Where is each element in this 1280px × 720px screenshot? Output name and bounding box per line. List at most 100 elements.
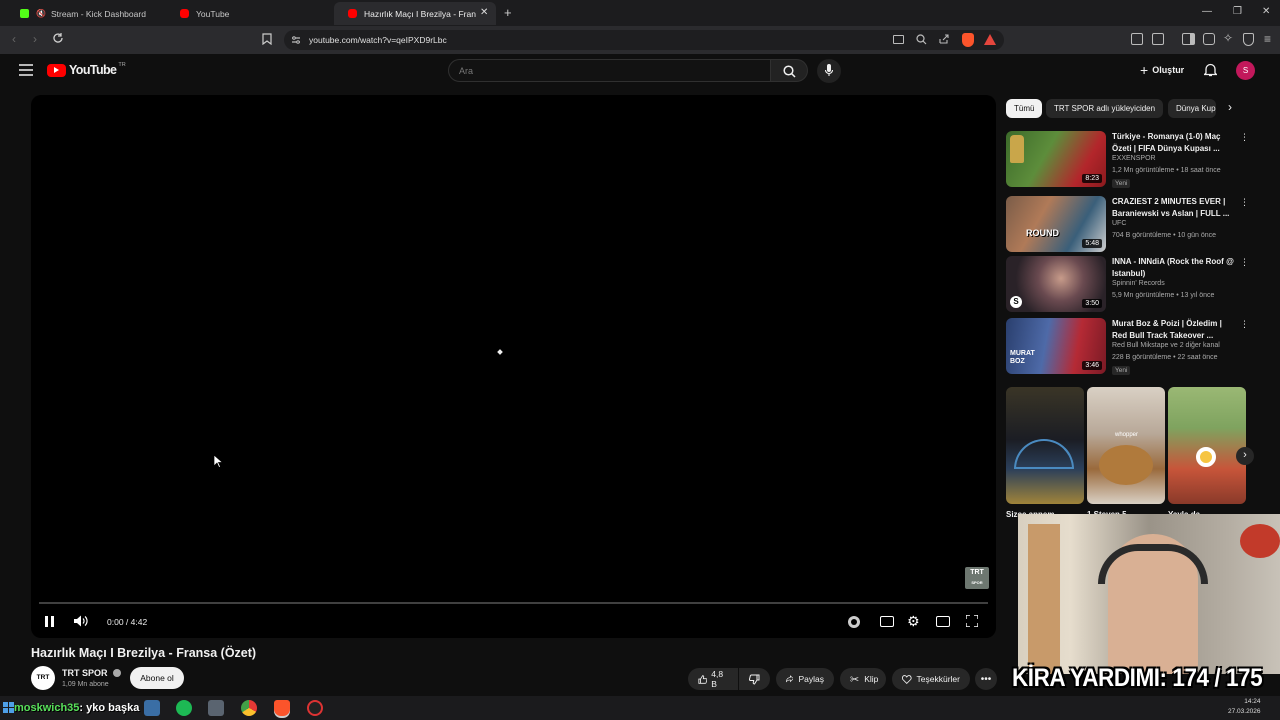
menu-icon[interactable]: ≡ bbox=[1264, 32, 1271, 46]
chip-from-uploader[interactable]: TRT SPOR adlı yükleyiciden bbox=[1046, 99, 1164, 118]
browser-toolbar: ‹ › youtube.com/watch?v=qeIPXD9rLbc ✧ ≡ bbox=[0, 26, 1280, 54]
background-decor bbox=[1240, 524, 1280, 558]
zoom-icon[interactable] bbox=[916, 34, 927, 45]
more-options-icon[interactable]: ⋮ bbox=[1240, 257, 1249, 268]
scissors-icon: ✂ bbox=[850, 673, 860, 686]
recommendation-item[interactable]: S 3:50 INNA - INNdiA (Rock the Roof @ Is… bbox=[1006, 256, 1256, 314]
brave-shields-icon[interactable] bbox=[962, 33, 974, 47]
channel-watermark[interactable]: TRT SPOR bbox=[965, 567, 989, 589]
recommendation-item[interactable]: 8:23 Türkiye - Romanya (1-0) Maç Özeti |… bbox=[1006, 131, 1256, 189]
voice-search-button[interactable] bbox=[817, 59, 841, 83]
video-thumbnail[interactable]: 8:23 bbox=[1006, 131, 1106, 187]
video-thumbnail[interactable]: S 3:50 bbox=[1006, 256, 1106, 312]
muted-speaker-icon: 🔇 bbox=[36, 9, 46, 18]
thumbnail-text: MURAT BOZ bbox=[1010, 350, 1035, 365]
close-window-icon[interactable]: ✕ bbox=[1262, 6, 1270, 17]
heart-dollar-icon bbox=[902, 674, 912, 684]
file-explorer-icon[interactable] bbox=[144, 700, 160, 716]
thumbs-down-icon bbox=[749, 674, 760, 685]
maximize-icon[interactable]: ❐ bbox=[1233, 6, 1242, 17]
tab-kick-dashboard[interactable]: 🔇 Stream - Kick Dashboard bbox=[6, 2, 166, 25]
minimize-icon[interactable]: — bbox=[1202, 6, 1212, 17]
chevron-right-icon[interactable]: › bbox=[1228, 100, 1232, 114]
thumbnail-text: ROUND bbox=[1026, 228, 1059, 238]
search-button[interactable] bbox=[770, 59, 808, 82]
tab-active-video[interactable]: Hazırlık Maçı I Brezilya - Fransa ( ✕ bbox=[334, 2, 496, 25]
share-button[interactable]: Paylaş bbox=[776, 668, 834, 690]
tab-youtube[interactable]: YouTube bbox=[166, 2, 336, 25]
guide-menu-icon[interactable] bbox=[19, 64, 33, 76]
channel-name[interactable]: TRT SPOR bbox=[62, 668, 122, 678]
video-thumbnail[interactable]: MURAT BOZ 3:46 bbox=[1006, 318, 1106, 374]
settings-gear-icon[interactable]: ⚙ bbox=[907, 613, 920, 630]
reload-icon[interactable] bbox=[52, 32, 64, 44]
dislike-button[interactable] bbox=[739, 668, 770, 690]
recommendation-item[interactable]: ROUND 5:48 CRAZIEST 2 MINUTES EVER | Bar… bbox=[1006, 196, 1256, 254]
share-page-icon[interactable] bbox=[938, 34, 949, 45]
subtitles-icon[interactable] bbox=[880, 616, 894, 627]
bookmark-icon[interactable] bbox=[262, 33, 272, 45]
youtube-icon bbox=[348, 9, 357, 18]
wallet-icon[interactable] bbox=[1203, 33, 1215, 45]
spotify-icon[interactable] bbox=[176, 700, 192, 716]
new-tab-button[interactable]: + bbox=[504, 5, 512, 20]
youtube-play-icon bbox=[47, 63, 66, 77]
more-options-icon[interactable]: ⋮ bbox=[1240, 197, 1249, 208]
more-actions-icon[interactable]: ••• bbox=[975, 668, 997, 690]
theater-mode-icon[interactable] bbox=[936, 616, 950, 627]
clip-button[interactable]: ✂ Klip bbox=[840, 668, 886, 690]
like-button[interactable]: 4,8 B bbox=[688, 668, 738, 690]
share-arrow-icon bbox=[786, 675, 794, 683]
address-bar[interactable]: youtube.com/watch?v=qeIPXD9rLbc bbox=[284, 30, 1004, 50]
autoplay-toggle[interactable] bbox=[848, 616, 860, 628]
youtube-logo[interactable]: YouTube TR bbox=[47, 62, 126, 77]
chip-all[interactable]: Tümü bbox=[1006, 99, 1043, 118]
chip-world-cup[interactable]: Dünya Kupası bbox=[1168, 99, 1216, 118]
search-icon bbox=[783, 65, 796, 78]
short-thumbnail[interactable]: whopper bbox=[1087, 387, 1165, 504]
search-input[interactable]: Ara bbox=[448, 59, 771, 82]
short-thumbnail[interactable] bbox=[1168, 387, 1246, 504]
notifications-bell-icon[interactable] bbox=[1204, 63, 1217, 77]
create-button[interactable]: + Oluştur bbox=[1140, 63, 1184, 77]
time-display: 0:00 / 4:42 bbox=[107, 617, 148, 627]
site-settings-icon[interactable] bbox=[291, 35, 301, 45]
webcam-overlay bbox=[1018, 514, 1280, 674]
subscribe-button[interactable]: Abone ol bbox=[130, 667, 184, 689]
egg-image bbox=[1196, 447, 1216, 467]
volume-icon[interactable] bbox=[74, 615, 88, 627]
windows-start-icon[interactable] bbox=[3, 702, 14, 713]
calculator-icon[interactable] bbox=[208, 700, 224, 716]
dashboard-gauge bbox=[1014, 439, 1074, 469]
account-avatar[interactable]: S bbox=[1236, 61, 1255, 80]
forward-icon[interactable]: › bbox=[33, 32, 37, 46]
video-player[interactable]: TRT SPOR 0:00 / 4:42 ⚙ bbox=[31, 95, 996, 638]
sidebar-toggle-icon[interactable] bbox=[1182, 33, 1195, 45]
more-options-icon[interactable]: ⋮ bbox=[1240, 132, 1249, 143]
brave-browser-icon[interactable] bbox=[274, 700, 290, 716]
cast-icon[interactable] bbox=[893, 35, 904, 44]
back-icon[interactable]: ‹ bbox=[12, 32, 16, 46]
pause-icon[interactable] bbox=[45, 616, 54, 627]
kick-icon bbox=[20, 9, 29, 18]
video-thumbnail[interactable]: ROUND 5:48 bbox=[1006, 196, 1106, 252]
close-tab-icon[interactable]: ✕ bbox=[480, 7, 488, 18]
short-thumbnail[interactable] bbox=[1006, 387, 1084, 504]
recommendation-item[interactable]: MURAT BOZ 3:46 Murat Boz & Poizi | Özledi… bbox=[1006, 318, 1256, 376]
tab-search-icon[interactable] bbox=[1152, 33, 1164, 45]
more-options-icon[interactable]: ⋮ bbox=[1240, 319, 1249, 330]
chat-message: moskwich35: yko başka bbox=[14, 702, 140, 714]
shorts-next-button[interactable]: › bbox=[1236, 447, 1254, 465]
brave-rewards-icon[interactable] bbox=[984, 34, 996, 45]
progress-bar[interactable] bbox=[39, 602, 988, 604]
vpn-icon[interactable] bbox=[1243, 33, 1254, 46]
leo-ai-icon[interactable]: ✧ bbox=[1223, 31, 1233, 45]
thanks-button[interactable]: Teşekkürler bbox=[892, 668, 970, 690]
chrome-icon[interactable] bbox=[241, 700, 257, 716]
fullscreen-icon[interactable] bbox=[966, 615, 978, 627]
spinnin-records-icon: S bbox=[1010, 296, 1022, 308]
trophy-icon bbox=[1010, 135, 1024, 163]
extensions-icon[interactable] bbox=[1131, 33, 1143, 45]
obs-icon[interactable] bbox=[307, 700, 323, 716]
channel-avatar[interactable]: TRT bbox=[31, 666, 55, 690]
